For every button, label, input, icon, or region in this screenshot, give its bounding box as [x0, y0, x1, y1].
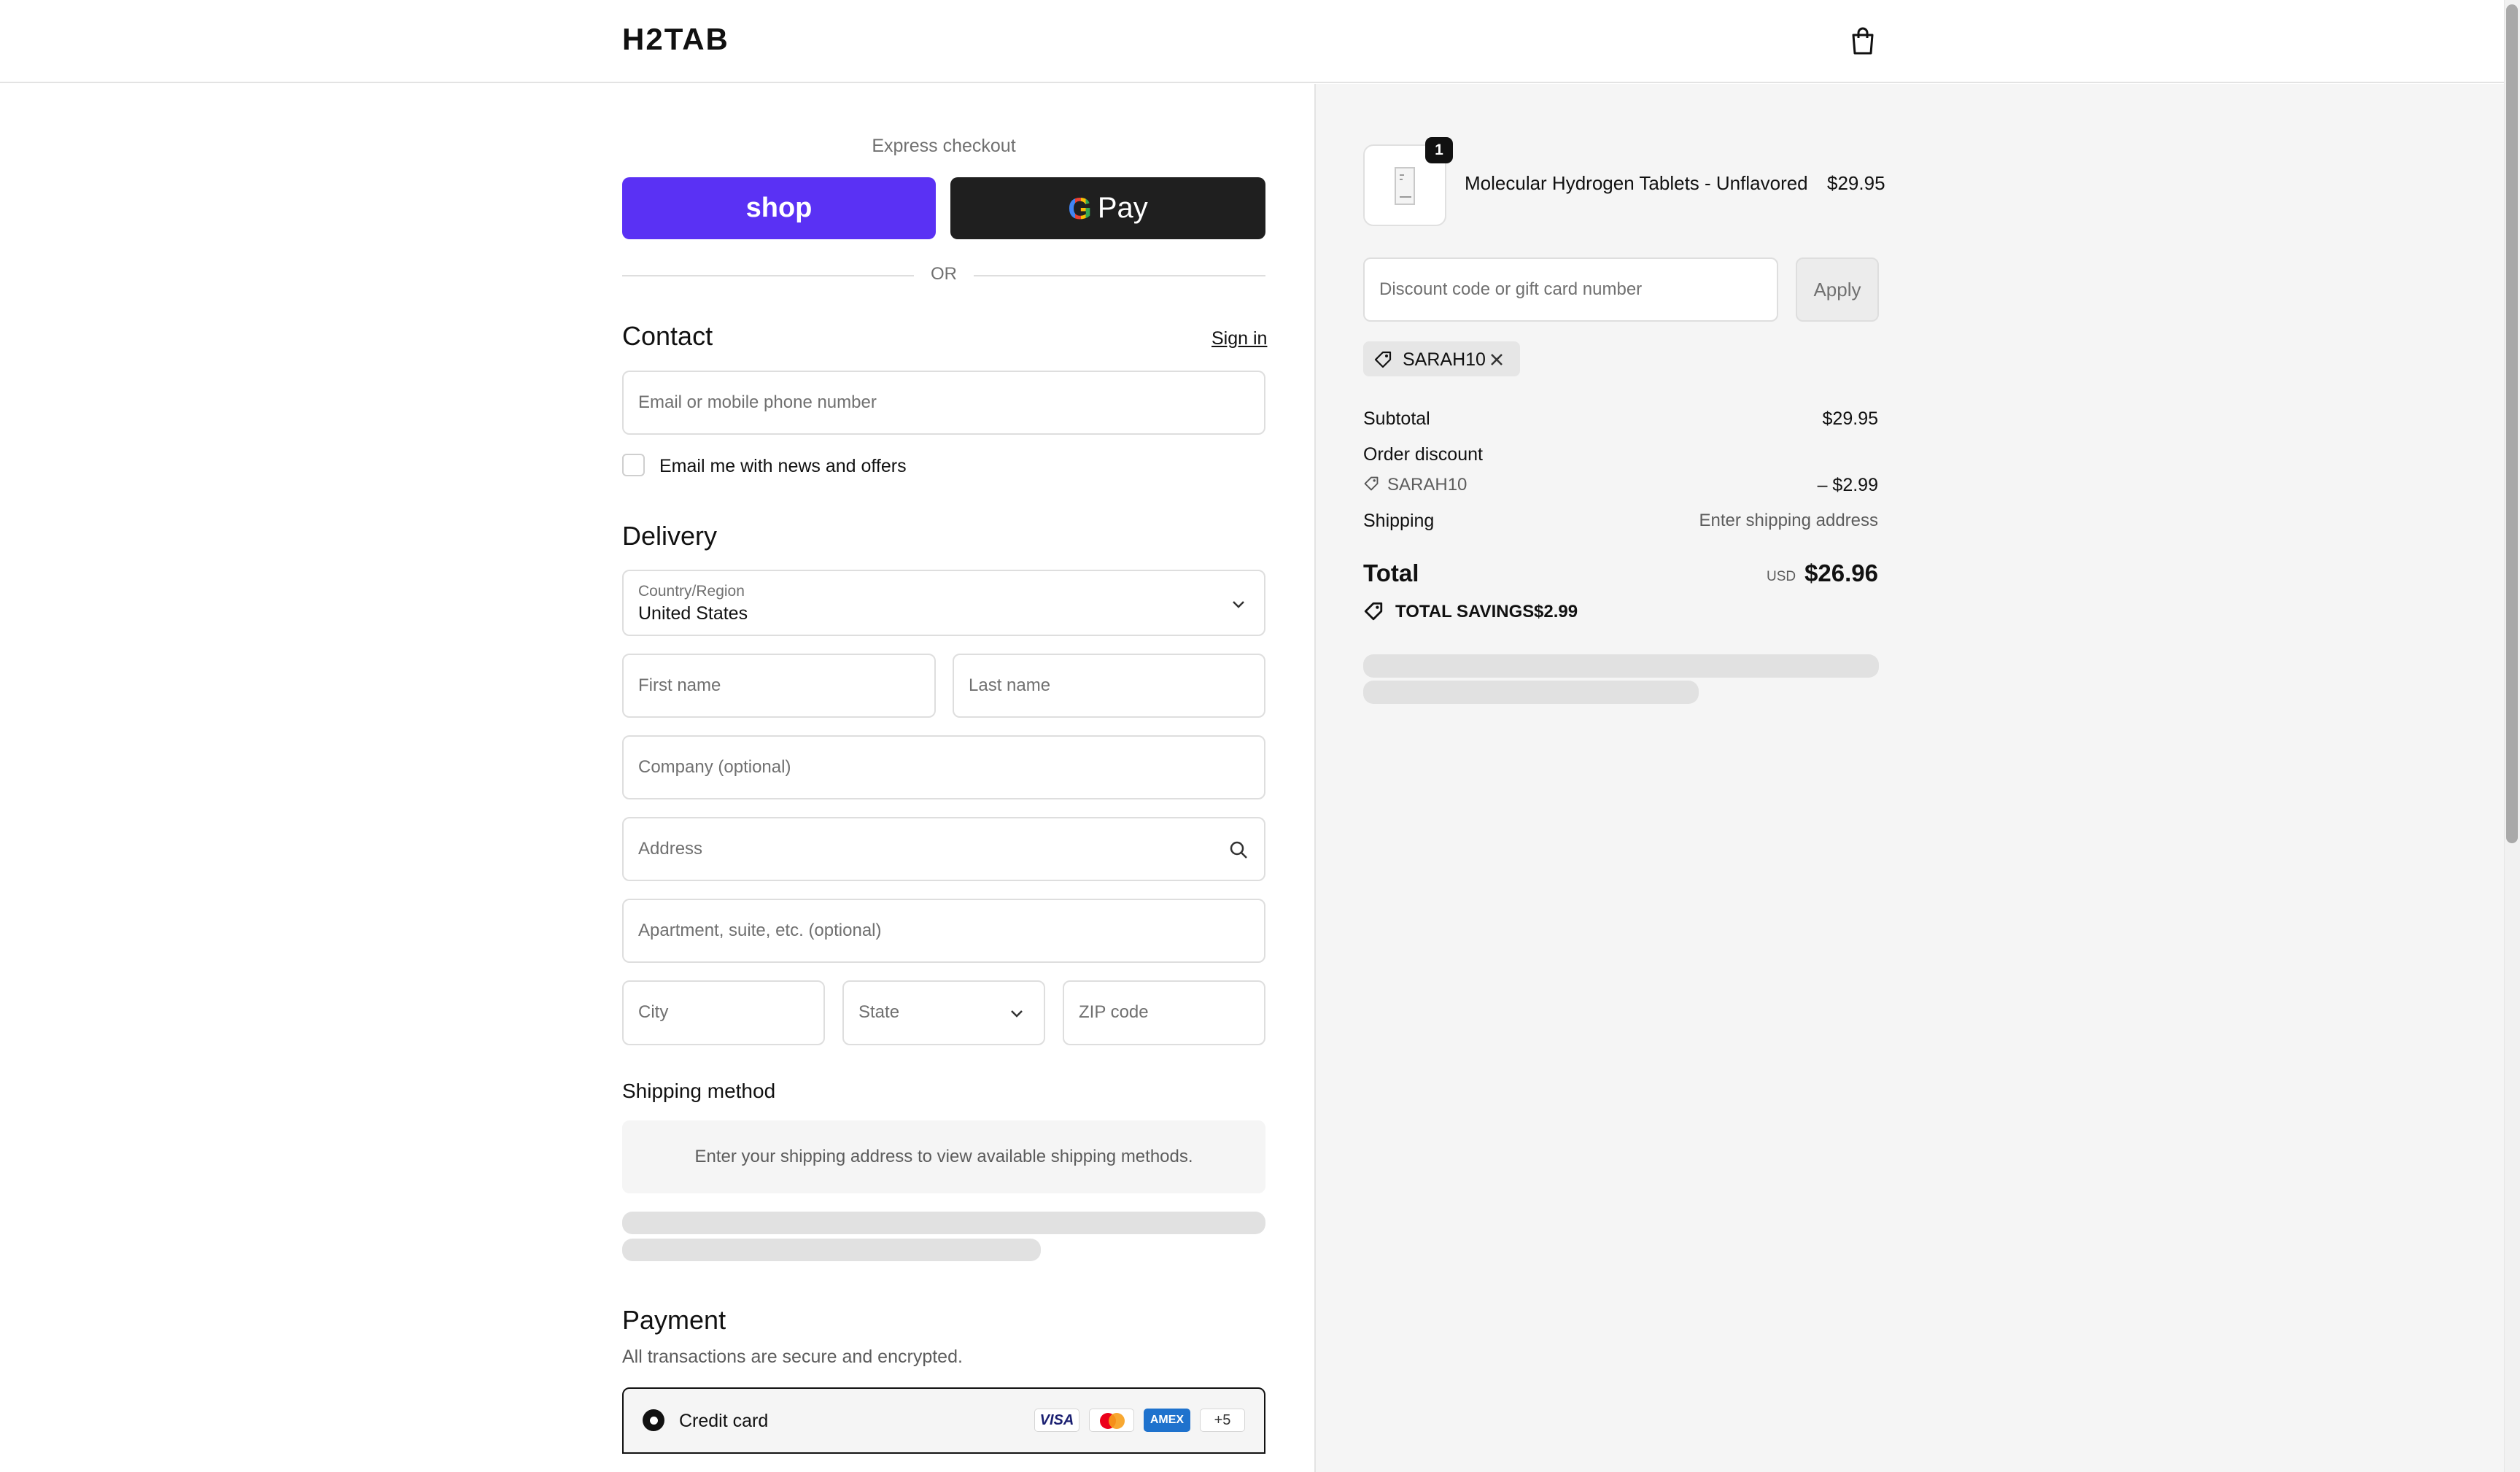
total-savings-value: $2.99	[1534, 602, 1578, 621]
header	[0, 0, 2520, 83]
express-checkout-label: Express checkout	[872, 136, 1016, 156]
google-pay-label: Pay	[1097, 192, 1148, 224]
shop-pay-button[interactable]: shop	[622, 177, 936, 239]
credit-card-label: Credit card	[679, 1411, 769, 1431]
city-field[interactable]: City	[622, 980, 825, 1045]
chevron-down-icon	[1233, 601, 1244, 608]
state-placeholder: State	[858, 1002, 900, 1022]
apartment-placeholder: Apartment, suite, etc. (optional)	[638, 921, 882, 940]
quantity-badge: 1	[1425, 137, 1453, 163]
shop-pay-label: shop	[745, 193, 813, 223]
email-field[interactable]: Email or mobile phone number	[622, 371, 1265, 435]
tag-icon	[1364, 476, 1379, 491]
mastercard-icon: mastercard	[1089, 1409, 1134, 1432]
shipping-method-notice-text: Enter your shipping address to view avai…	[694, 1147, 1193, 1166]
discount-code-label: SARAH10	[1387, 475, 1468, 495]
savings-tag-icon	[1364, 602, 1383, 621]
apartment-field[interactable]: Apartment, suite, etc. (optional)	[622, 899, 1265, 963]
email-placeholder: Email or mobile phone number	[638, 392, 877, 412]
amex-icon: AMEX	[1144, 1409, 1190, 1432]
apply-button[interactable]: Apply	[1796, 257, 1879, 322]
shipping-label: Shipping	[1363, 511, 1435, 531]
subtotal-label: Subtotal	[1363, 408, 1430, 429]
shopping-bag-icon[interactable]	[1850, 26, 1876, 55]
discount-placeholder: Discount code or gift card number	[1379, 279, 1643, 299]
scrollbar-thumb[interactable]	[2506, 4, 2518, 843]
last-name-field[interactable]: Last name	[953, 654, 1265, 718]
sign-in-link[interactable]: Sign in	[1211, 328, 1267, 349]
shipping-method-heading: Shipping method	[622, 1080, 776, 1102]
divider-left	[622, 275, 914, 276]
total-currency: USD	[1767, 569, 1796, 584]
payment-subtitle: All transactions are secure and encrypte…	[622, 1347, 963, 1367]
credit-card-option[interactable]: Credit card VISA mastercard AMEX +5	[622, 1387, 1265, 1454]
delivery-heading: Delivery	[622, 521, 718, 551]
state-select[interactable]: State	[842, 980, 1045, 1045]
google-g-icon: G	[1068, 190, 1092, 225]
product-price: $29.95	[1827, 172, 1885, 194]
company-placeholder: Company (optional)	[638, 757, 791, 777]
order-discount-label: Order discount	[1363, 444, 1483, 465]
discount-code-field[interactable]: Discount code or gift card number	[1363, 257, 1778, 322]
total-savings-label: TOTAL SAVINGS	[1395, 602, 1535, 621]
address-placeholder: Address	[638, 839, 703, 859]
credit-card-radio[interactable]	[643, 1409, 664, 1431]
newsletter-checkbox[interactable]	[622, 454, 645, 476]
shipping-method-notice: Enter your shipping address to view avai…	[622, 1120, 1265, 1193]
remove-code-icon[interactable]	[1489, 352, 1505, 368]
subtotal-value: $29.95	[1822, 408, 1878, 429]
applied-code-text: SARAH10	[1403, 349, 1486, 370]
country-label: Country/Region	[638, 583, 745, 600]
loading-placeholder	[1363, 681, 1699, 704]
more-cards-badge: +5	[1200, 1409, 1245, 1432]
company-field[interactable]: Company (optional)	[622, 735, 1265, 799]
store-logo[interactable]: H2TAB	[622, 22, 729, 57]
address-field[interactable]: Address	[622, 817, 1265, 881]
newsletter-label: Email me with news and offers	[659, 456, 907, 476]
total-value: $26.96	[1804, 559, 1878, 586]
city-placeholder: City	[638, 1002, 669, 1022]
country-select[interactable]: Country/Region United States	[622, 570, 1265, 636]
divider-right	[974, 275, 1265, 276]
zip-field[interactable]: ZIP code	[1063, 980, 1265, 1045]
country-value: United States	[638, 603, 748, 624]
loading-placeholder	[622, 1239, 1041, 1261]
contact-heading: Contact	[622, 321, 713, 351]
product-package-icon	[1395, 167, 1415, 205]
or-divider-label: OR	[931, 264, 957, 284]
tag-icon	[1374, 351, 1392, 368]
product-name: Molecular Hydrogen Tablets - Unflavored	[1465, 172, 1808, 194]
loading-placeholder	[622, 1212, 1265, 1234]
loading-placeholder	[1363, 654, 1879, 678]
payment-heading: Payment	[622, 1305, 726, 1335]
visa-icon: VISA	[1034, 1409, 1079, 1432]
search-icon	[1230, 841, 1247, 859]
first-name-placeholder: First name	[638, 675, 721, 695]
first-name-field[interactable]: First name	[622, 654, 936, 718]
chevron-down-icon	[1011, 1010, 1023, 1018]
zip-placeholder: ZIP code	[1079, 1002, 1149, 1022]
applied-code-tag: SARAH10	[1363, 341, 1520, 376]
shipping-value: Enter shipping address	[1699, 511, 1878, 530]
total-label: Total	[1363, 559, 1419, 586]
google-pay-button[interactable]: G Pay	[950, 177, 1265, 239]
discount-value: – $2.99	[1817, 475, 1878, 495]
last-name-placeholder: Last name	[969, 675, 1051, 695]
